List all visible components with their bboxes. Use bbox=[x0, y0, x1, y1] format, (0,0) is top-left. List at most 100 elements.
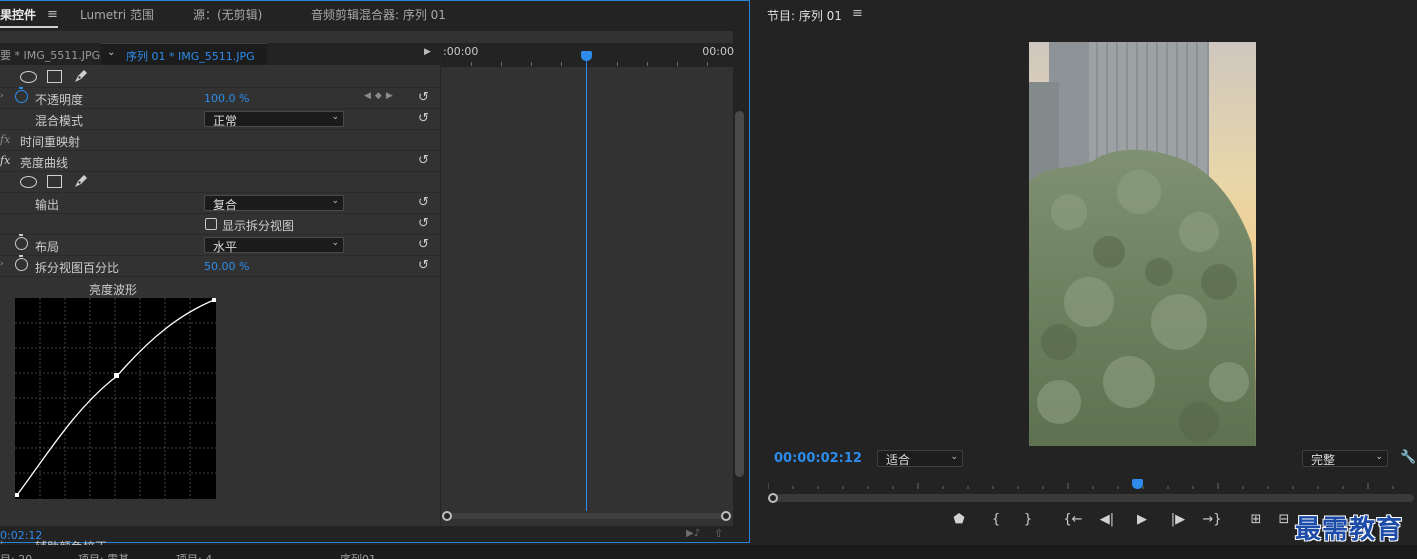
split-percent-value[interactable]: 50.00 % bbox=[204, 260, 249, 273]
wrench-icon[interactable]: 🔧 bbox=[1400, 450, 1416, 465]
effect-timeline[interactable]: :00:00 00:00 bbox=[440, 43, 734, 526]
curve-endpoint[interactable] bbox=[212, 298, 216, 302]
lift-icon[interactable]: ⊞ bbox=[1246, 512, 1266, 527]
zoom-scroll-bar[interactable] bbox=[774, 494, 1414, 502]
playback-resolution-dropdown[interactable]: 完整 ⌄ bbox=[1302, 450, 1388, 467]
luma-curve-graph[interactable] bbox=[15, 298, 216, 499]
go-to-out-icon[interactable]: →} bbox=[1202, 512, 1222, 527]
layout-row: 布局 水平 ⌄ ↺ bbox=[0, 234, 440, 256]
tab-effect-controls[interactable]: 果控件 bbox=[0, 7, 36, 27]
stopwatch-icon[interactable] bbox=[15, 234, 28, 250]
add-marker-icon[interactable]: ⬟ bbox=[949, 512, 969, 527]
fit-dropdown[interactable]: 适合 ⌄ bbox=[877, 450, 963, 467]
blend-mode-dropdown[interactable]: 正常 ⌄ bbox=[204, 111, 344, 128]
twirl-icon[interactable]: › bbox=[0, 259, 4, 269]
play-icon[interactable]: ▶ bbox=[1132, 512, 1152, 527]
reset-icon[interactable]: ↺ bbox=[418, 195, 429, 210]
bottom-panel-tabs: 目: 20 项目: 零基 项目: 4 序列01 bbox=[0, 545, 1417, 559]
tab-lumetri-scopes[interactable]: Lumetri 范围 bbox=[80, 7, 154, 27]
chevron-down-icon: ⌄ bbox=[1375, 452, 1383, 462]
timeline-end-time: 00:00 bbox=[702, 45, 734, 58]
reset-icon[interactable]: ↺ bbox=[418, 216, 429, 231]
scroll-end-handle[interactable] bbox=[721, 511, 731, 521]
tab-project-3[interactable]: 项目: 4 bbox=[176, 551, 212, 559]
layout-label: 布局 bbox=[35, 240, 60, 254]
luma-curves-label[interactable]: 亮度曲线 bbox=[20, 154, 68, 171]
program-monitor-panel: 节目: 序列 01 ≡ 00:00:02:12 适合 ⌄ 完整 ⌄ 🔧 ⬟ {… bbox=[756, 0, 1417, 543]
opacity-value[interactable]: 100.0 % bbox=[204, 92, 249, 105]
audio-scrub-icon[interactable]: ▶♪ bbox=[686, 528, 700, 539]
program-playhead[interactable] bbox=[1132, 479, 1143, 489]
split-percent-row: › 拆分视图百分比 50.00 % ↺ bbox=[0, 255, 440, 277]
luma-mask-tools bbox=[0, 172, 440, 193]
mark-out-icon[interactable]: } bbox=[1018, 512, 1038, 527]
time-remap-label[interactable]: 时间重映射 bbox=[20, 133, 80, 150]
step-forward-icon[interactable]: |▶ bbox=[1168, 512, 1188, 527]
step-back-icon[interactable]: ◀| bbox=[1097, 512, 1117, 527]
stopwatch-icon[interactable] bbox=[15, 255, 28, 271]
stopwatch-icon[interactable] bbox=[15, 87, 28, 103]
chevron-down-icon: ⌄ bbox=[331, 196, 339, 206]
mark-in-icon[interactable]: { bbox=[986, 512, 1006, 527]
video-frame[interactable] bbox=[1029, 42, 1256, 446]
chevron-down-icon: ⌄ bbox=[950, 452, 958, 462]
sequence-clip-tab[interactable]: ⌄ 序列 01 * IMG_5511.JPG bbox=[101, 43, 267, 65]
curve-endpoint[interactable] bbox=[15, 493, 19, 497]
tab-source[interactable]: 源：(无剪辑) bbox=[193, 7, 262, 27]
split-view-checkbox[interactable] bbox=[205, 218, 217, 230]
reset-icon[interactable]: ↺ bbox=[418, 90, 429, 105]
rectangle-mask-icon[interactable] bbox=[47, 70, 62, 83]
layout-dropdown[interactable]: 水平 ⌄ bbox=[204, 237, 344, 254]
scroll-start-handle[interactable] bbox=[442, 511, 452, 521]
tab-sequence[interactable]: 序列01 bbox=[340, 551, 376, 559]
fx-icon[interactable]: fx bbox=[0, 133, 10, 146]
fx-icon[interactable]: fx bbox=[0, 154, 10, 167]
fit-value: 适合 bbox=[886, 453, 911, 467]
pen-mask-icon[interactable] bbox=[73, 173, 89, 189]
pen-mask-icon[interactable] bbox=[73, 68, 89, 84]
left-panel-tabs: 果控件 ≡ Lumetri 范围 源：(无剪辑) 音频剪辑混合器: 序列 01 bbox=[0, 1, 749, 31]
ruler-tick bbox=[531, 62, 532, 66]
reset-icon[interactable]: ↺ bbox=[418, 237, 429, 252]
luma-waveform-title: 亮度波形 bbox=[89, 283, 138, 297]
split-view-label[interactable]: 显示拆分视图 bbox=[222, 217, 294, 234]
blend-mode-value: 正常 bbox=[213, 114, 238, 128]
panel-menu-icon[interactable]: ≡ bbox=[47, 7, 58, 22]
extract-icon[interactable]: ⊟ bbox=[1274, 512, 1294, 527]
program-monitor-title[interactable]: 节目: 序列 01 bbox=[767, 7, 842, 24]
play-triangle-icon[interactable]: ▶ bbox=[424, 47, 431, 57]
ellipse-mask-icon[interactable] bbox=[20, 71, 37, 83]
output-label: 输出 bbox=[35, 198, 60, 212]
layout-value: 水平 bbox=[213, 240, 238, 254]
luma-curve-line[interactable] bbox=[16, 299, 215, 496]
timeline-playhead-handle[interactable] bbox=[581, 51, 592, 61]
opacity-label: 不透明度 bbox=[35, 93, 84, 107]
vertical-scrollbar[interactable] bbox=[735, 111, 744, 477]
panel-menu-icon[interactable]: ≡ bbox=[852, 6, 863, 21]
split-view-row: 显示拆分视图 ↺ bbox=[0, 214, 440, 235]
keyframe-navigator-icon[interactable]: ◀◆▶ bbox=[364, 91, 397, 101]
twirl-icon[interactable]: › bbox=[0, 91, 4, 101]
tab-audio-clip-mixer[interactable]: 音频剪辑混合器: 序列 01 bbox=[311, 7, 446, 27]
reset-icon[interactable]: ↺ bbox=[418, 111, 429, 126]
export-frame-icon[interactable]: ⇧ bbox=[714, 527, 723, 540]
curve-control-point[interactable] bbox=[114, 373, 119, 378]
master-clip-label[interactable]: 要 * IMG_5511.JPG bbox=[0, 47, 100, 63]
ruler-tick bbox=[677, 62, 678, 66]
reset-icon[interactable]: ↺ bbox=[418, 153, 429, 168]
tab-project-2[interactable]: 项目: 零基 bbox=[78, 551, 129, 559]
chevron-down-icon[interactable]: ⌄ bbox=[107, 47, 115, 58]
output-dropdown[interactable]: 复合 ⌄ bbox=[204, 195, 344, 212]
effect-controls-timecode[interactable]: 0:02:12 bbox=[0, 529, 42, 542]
horizontal-scrollbar[interactable] bbox=[448, 513, 726, 519]
sequence-clip-label: 序列 01 * IMG_5511.JPG bbox=[126, 50, 255, 63]
reset-icon[interactable]: ↺ bbox=[418, 258, 429, 273]
tab-project-1[interactable]: 目: 20 bbox=[0, 551, 32, 559]
go-to-in-icon[interactable]: {← bbox=[1063, 512, 1083, 527]
ellipse-mask-icon[interactable] bbox=[20, 176, 37, 188]
scroll-start-handle[interactable] bbox=[768, 493, 778, 503]
timeline-playhead-line bbox=[586, 51, 587, 511]
rectangle-mask-icon[interactable] bbox=[47, 175, 62, 188]
clip-header: 要 * IMG_5511.JPG ⌄ 序列 01 * IMG_5511.JPG … bbox=[0, 43, 440, 65]
playhead-timecode[interactable]: 00:00:02:12 bbox=[774, 451, 862, 466]
